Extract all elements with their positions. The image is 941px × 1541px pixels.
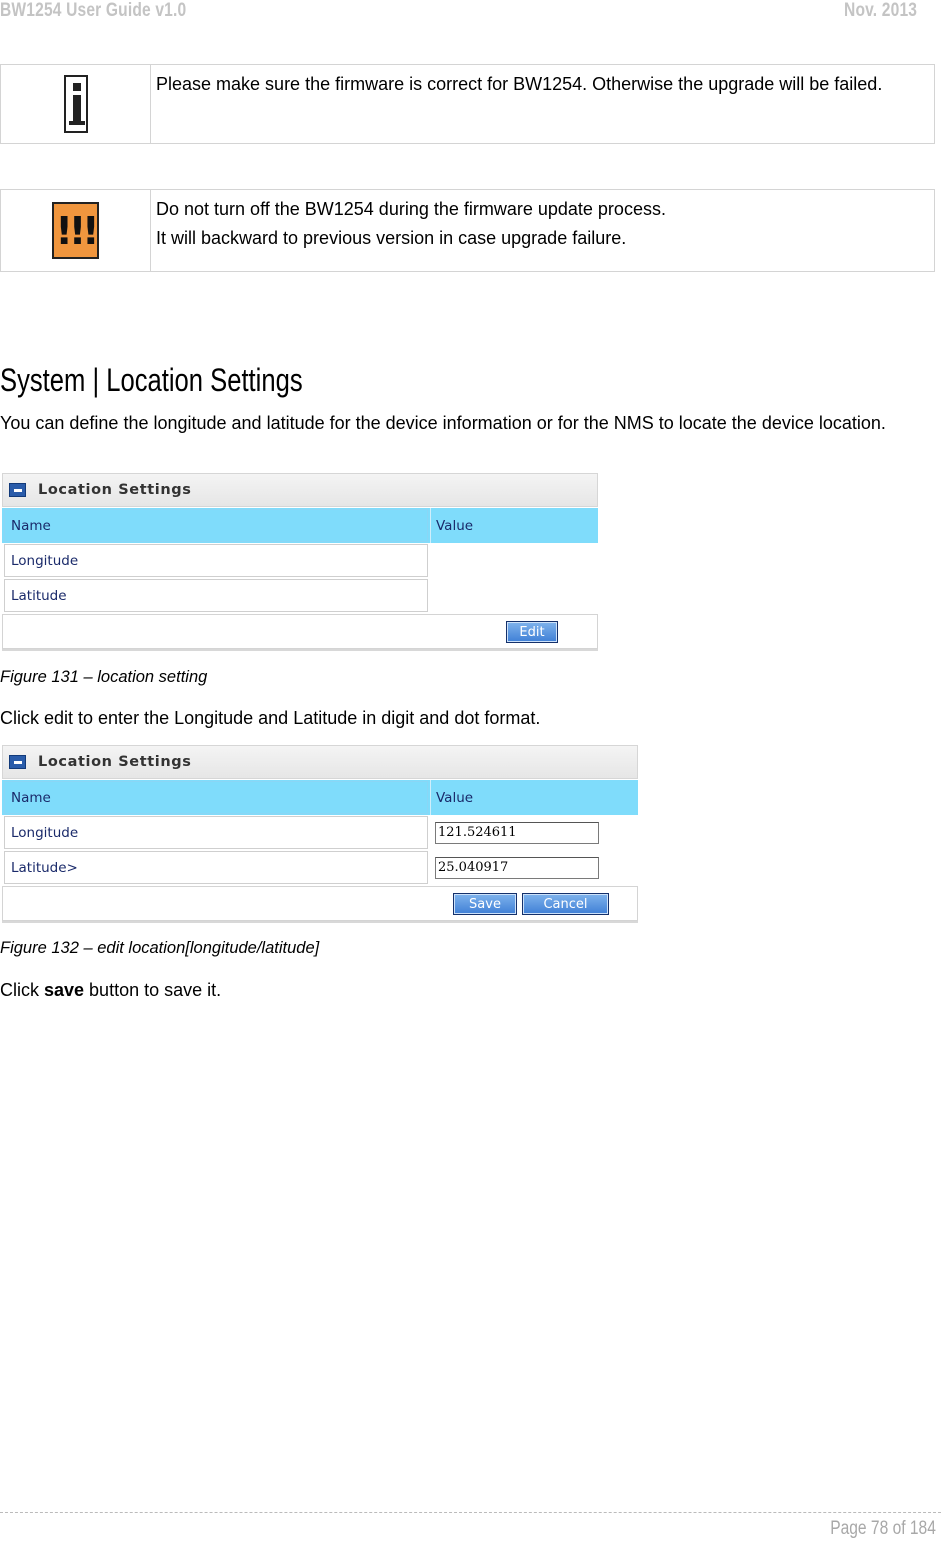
info-note: Please make sure the firmware is correct…	[0, 64, 935, 144]
panel-footer: Save Cancel	[2, 886, 638, 921]
col-name-header: Name	[4, 509, 428, 542]
warning-icon: !!!	[52, 202, 100, 259]
section-intro: You can define the longitude and latitud…	[0, 413, 886, 433]
table-header-row: Name Value	[2, 780, 638, 815]
edit-button[interactable]: Edit	[506, 621, 558, 643]
closing-prefix: Click	[0, 980, 44, 1000]
location-settings-edit-panel: Location Settings Name Value Longitude 1…	[2, 745, 638, 923]
doc-header-title: BW1254 User Guide v1.0	[0, 0, 187, 21]
warning-note: !!! Do not turn off the BW1254 during th…	[0, 189, 935, 272]
panel-title-bar: Location Settings	[2, 745, 638, 779]
col-name-header: Name	[4, 781, 428, 814]
longitude-value	[430, 543, 598, 578]
latitude-value	[430, 578, 598, 613]
panel-title: Location Settings	[38, 754, 192, 770]
latitude-label: Latitude>	[4, 851, 428, 884]
panel-title: Location Settings	[38, 482, 192, 498]
closing-bold: save	[44, 980, 85, 1000]
panel-title-bar: Location Settings	[2, 473, 598, 507]
edit-instruction: Click edit to enter the Longitude and La…	[0, 708, 541, 728]
warning-note-icon-cell: !!!	[1, 190, 151, 271]
table-header-row: Name Value	[2, 508, 598, 543]
info-note-message: Please make sure the firmware is correct…	[156, 74, 883, 94]
closing-instruction: Click save button to save it.	[0, 978, 900, 1002]
info-icon	[63, 75, 88, 133]
table-row-longitude: Longitude	[2, 543, 598, 578]
panel-footer: Edit	[2, 614, 598, 649]
warning-note-text: Do not turn off the BW1254 during the fi…	[151, 190, 934, 271]
arrow-icon	[9, 483, 26, 497]
table-row-longitude: Longitude 121.524611	[2, 815, 638, 850]
table-row-latitude: Latitude	[2, 578, 598, 613]
longitude-input[interactable]: 121.524611	[435, 821, 599, 844]
latitude-input[interactable]: 25.040917	[435, 856, 599, 879]
cancel-button[interactable]: Cancel	[522, 893, 609, 915]
closing-suffix: button to save it.	[84, 980, 222, 1000]
footer-divider	[0, 1512, 941, 1513]
warning-line-2: It will backward to previous version in …	[156, 228, 627, 248]
page-number: Page 78 of 184	[830, 1518, 936, 1539]
table-row-latitude: Latitude> 25.040917	[2, 850, 638, 885]
figure-131-caption: Figure 131 – location setting	[0, 668, 208, 686]
location-settings-panel: Location Settings Name Value Longitude L…	[2, 473, 598, 651]
figure-132-caption: Figure 132 – edit location[longitude/lat…	[0, 939, 320, 957]
longitude-label: Longitude	[4, 544, 428, 577]
save-button[interactable]: Save	[453, 893, 517, 915]
arrow-icon	[9, 755, 26, 769]
section-title: System | Location Settings	[0, 362, 303, 398]
col-value-header: Value	[430, 508, 598, 543]
warning-line-1: Do not turn off the BW1254 during the fi…	[156, 199, 666, 219]
longitude-label: Longitude	[4, 816, 428, 849]
info-note-text: Please make sure the firmware is correct…	[151, 65, 934, 143]
col-value-header: Value	[430, 780, 638, 815]
doc-header-date: Nov. 2013	[843, 0, 917, 21]
latitude-label: Latitude	[4, 579, 428, 612]
info-note-icon-cell	[1, 65, 151, 143]
